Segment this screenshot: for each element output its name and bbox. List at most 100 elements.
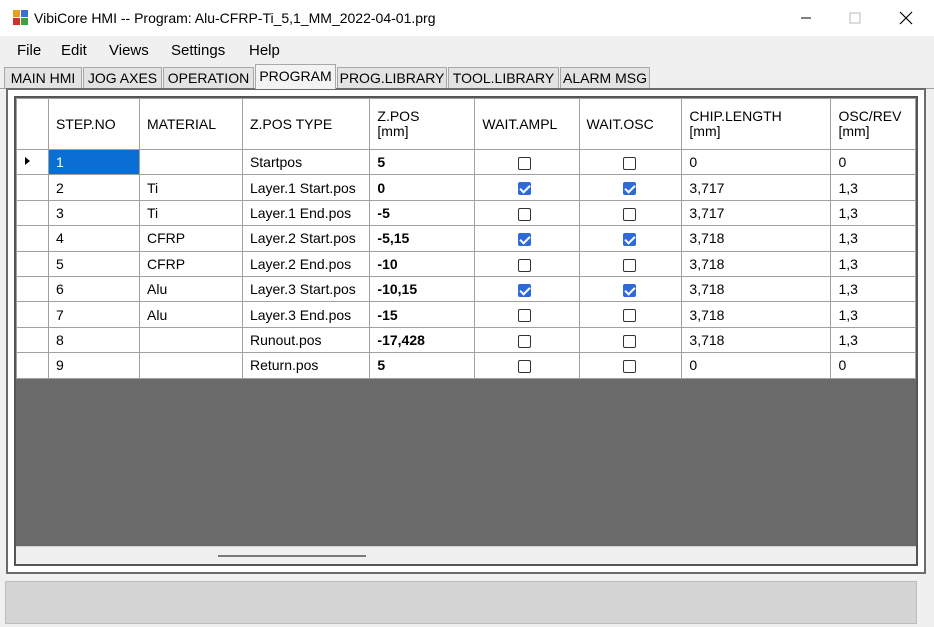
cell-chip-length[interactable]: 3,718 xyxy=(681,301,832,328)
cell-material[interactable] xyxy=(139,148,243,176)
cell-zpos[interactable]: -5 xyxy=(369,199,476,227)
program-grid[interactable]: STEP.NO MATERIAL Z.POS TYPE Z.POS [mm] WA… xyxy=(14,96,918,566)
column-header-zpos-type[interactable]: Z.POS TYPE xyxy=(241,98,371,150)
checkbox[interactable] xyxy=(622,233,636,247)
column-header-wait-osc[interactable]: WAIT.OSC xyxy=(578,98,683,150)
cell-chip-length[interactable]: 3,718 xyxy=(681,225,832,252)
cell-osc-rev[interactable]: 0 xyxy=(830,352,916,379)
cell-zpos[interactable]: 5 xyxy=(369,148,476,176)
tab-main-hmi[interactable]: MAIN HMI xyxy=(4,67,82,88)
cell-osc-rev[interactable]: 0 xyxy=(830,148,916,176)
scrollbar-thumb[interactable] xyxy=(218,555,366,557)
cell-step-no[interactable]: 7 xyxy=(47,301,141,328)
cell-material[interactable] xyxy=(139,326,243,354)
column-header-chip-length[interactable]: CHIP.LENGTH [mm] xyxy=(681,98,832,150)
checkbox[interactable] xyxy=(518,258,532,272)
row-header[interactable] xyxy=(16,250,49,277)
cell-zpos-type[interactable]: Runout.pos xyxy=(241,326,371,354)
cell-osc-rev[interactable]: 1,3 xyxy=(830,275,916,303)
cell-zpos[interactable]: 0 xyxy=(369,174,476,201)
cell-material[interactable]: CFRP xyxy=(139,225,243,252)
cell-step-no[interactable]: 2 xyxy=(47,174,141,201)
row-header[interactable] xyxy=(16,174,49,201)
cell-material[interactable]: Ti xyxy=(139,199,243,227)
column-header-material[interactable]: MATERIAL xyxy=(139,98,243,150)
cell-chip-length[interactable]: 3,718 xyxy=(681,275,832,303)
cell-wait-osc[interactable] xyxy=(578,301,683,328)
cell-wait-ampl[interactable] xyxy=(474,301,580,328)
checkbox[interactable] xyxy=(622,258,636,272)
cell-material[interactable]: Ti xyxy=(139,174,243,201)
cell-step-no[interactable]: 8 xyxy=(47,326,141,354)
checkbox[interactable] xyxy=(518,207,532,221)
cell-chip-length[interactable]: 0 xyxy=(681,352,832,379)
menu-help[interactable]: Help xyxy=(249,42,280,59)
cell-wait-osc[interactable] xyxy=(578,148,683,176)
cell-osc-rev[interactable]: 1,3 xyxy=(830,301,916,328)
cell-osc-rev[interactable]: 1,3 xyxy=(830,225,916,252)
tab-jog-axes[interactable]: JOG AXES xyxy=(83,67,162,88)
menu-settings[interactable]: Settings xyxy=(171,42,225,59)
cell-zpos[interactable]: -10 xyxy=(369,250,476,277)
checkbox[interactable] xyxy=(518,233,532,247)
cell-wait-osc[interactable] xyxy=(578,352,683,379)
cell-chip-length[interactable]: 0 xyxy=(681,148,832,176)
table-row[interactable]: 6 Alu Layer.3 Start.pos -10,15 3,718 1,3 xyxy=(16,275,916,303)
column-header-osc-rev[interactable]: OSC/REV [mm] xyxy=(830,98,916,150)
cell-zpos-type[interactable]: Return.pos xyxy=(241,352,371,379)
cell-wait-ampl[interactable] xyxy=(474,326,580,354)
table-row[interactable]: 8 Runout.pos -17,428 3,718 1,3 xyxy=(16,326,916,354)
cell-zpos[interactable]: -17,428 xyxy=(369,326,476,354)
row-header[interactable] xyxy=(16,301,49,328)
cell-wait-osc[interactable] xyxy=(578,326,683,354)
cell-osc-rev[interactable]: 1,3 xyxy=(830,199,916,227)
row-header[interactable] xyxy=(16,225,49,252)
tab-tool-library[interactable]: TOOL.LIBRARY xyxy=(448,67,559,88)
checkbox[interactable] xyxy=(622,334,636,348)
checkbox[interactable] xyxy=(622,182,636,196)
row-header[interactable] xyxy=(16,275,49,303)
cell-wait-osc[interactable] xyxy=(578,199,683,227)
cell-zpos-type[interactable]: Layer.3 End.pos xyxy=(241,301,371,328)
cell-material[interactable]: Alu xyxy=(139,301,243,328)
cell-zpos-type[interactable]: Startpos xyxy=(241,148,371,176)
cell-zpos-type[interactable]: Layer.2 End.pos xyxy=(241,250,371,277)
table-row[interactable]: 4 CFRP Layer.2 Start.pos -5,15 3,718 1,3 xyxy=(16,225,916,252)
checkbox[interactable] xyxy=(518,334,532,348)
checkbox[interactable] xyxy=(518,309,532,323)
cell-wait-ampl[interactable] xyxy=(474,275,580,303)
checkbox[interactable] xyxy=(622,360,636,374)
cell-wait-ampl[interactable] xyxy=(474,225,580,252)
checkbox[interactable] xyxy=(518,156,532,170)
cell-step-no[interactable]: 9 xyxy=(47,352,141,379)
cell-wait-osc[interactable] xyxy=(578,174,683,201)
table-row[interactable]: 2 Ti Layer.1 Start.pos 0 3,717 1,3 xyxy=(16,174,916,201)
cell-chip-length[interactable]: 3,717 xyxy=(681,199,832,227)
cell-chip-length[interactable]: 3,718 xyxy=(681,250,832,277)
horizontal-scrollbar[interactable] xyxy=(16,546,916,564)
cell-wait-osc[interactable] xyxy=(578,250,683,277)
cell-step-no[interactable]: 6 xyxy=(47,275,141,303)
row-header[interactable] xyxy=(16,326,49,354)
cell-wait-ampl[interactable] xyxy=(474,250,580,277)
cell-wait-osc[interactable] xyxy=(578,225,683,252)
menu-file[interactable]: File xyxy=(17,42,41,59)
menu-edit[interactable]: Edit xyxy=(61,42,87,59)
cell-chip-length[interactable]: 3,717 xyxy=(681,174,832,201)
cell-step-no[interactable]: 1 xyxy=(47,148,141,176)
cell-material[interactable]: Alu xyxy=(139,275,243,303)
cell-zpos[interactable]: -10,15 xyxy=(369,275,476,303)
cell-wait-ampl[interactable] xyxy=(474,148,580,176)
cell-osc-rev[interactable]: 1,3 xyxy=(830,174,916,201)
cell-zpos-type[interactable]: Layer.3 Start.pos xyxy=(241,275,371,303)
cell-wait-ampl[interactable] xyxy=(474,174,580,201)
cell-osc-rev[interactable]: 1,3 xyxy=(830,326,916,354)
tab-operation[interactable]: OPERATION xyxy=(163,67,254,88)
tab-program[interactable]: PROGRAM xyxy=(255,64,336,89)
checkbox[interactable] xyxy=(518,360,532,374)
checkbox[interactable] xyxy=(622,309,636,323)
table-row[interactable]: 3 Ti Layer.1 End.pos -5 3,717 1,3 xyxy=(16,199,916,227)
cell-zpos-type[interactable]: Layer.1 End.pos xyxy=(241,199,371,227)
column-header-wait-ampl[interactable]: WAIT.AMPL xyxy=(474,98,580,150)
cell-step-no[interactable]: 5 xyxy=(47,250,141,277)
